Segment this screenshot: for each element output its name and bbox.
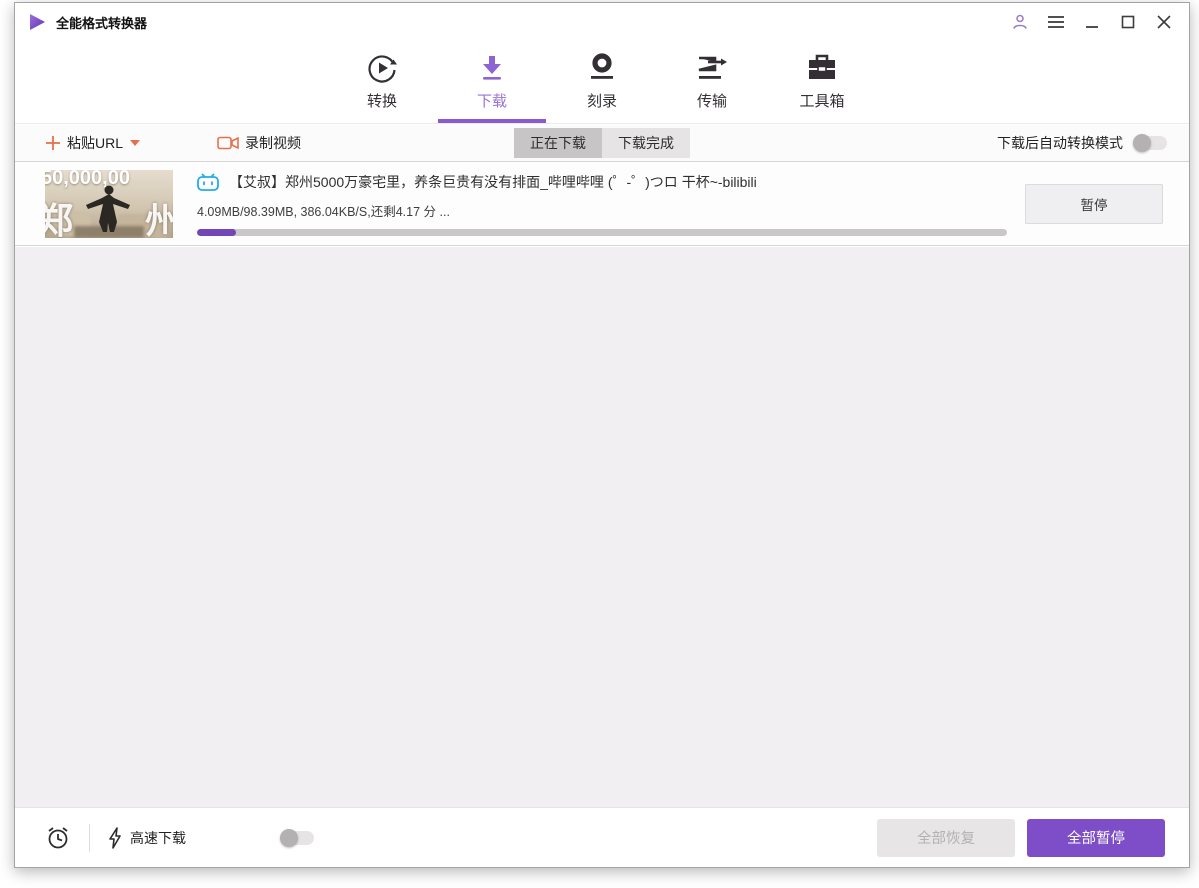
transfer-icon (694, 49, 730, 87)
progress-status-text: 4.09MB/98.39MB, 386.04KB/S,还剩4.17 分 ... (197, 204, 450, 219)
pause-all-button[interactable]: 全部暂停 (1027, 818, 1165, 857)
app-logo-icon (30, 14, 45, 30)
close-icon[interactable] (1151, 10, 1177, 34)
video-title: 【艾叔】郑州5000万豪宅里，养条巨贵有没有排面_哔哩哔哩 (゜-゜)つロ 干杯… (229, 173, 757, 190)
video-thumbnail: 50,000,00 郑 州 (45, 169, 173, 238)
pause-button[interactable]: 暂停 (1025, 183, 1163, 224)
toggle-knob (1133, 134, 1151, 152)
record-video-label: 录制视频 (245, 135, 302, 151)
tab-convert[interactable]: 转换 (350, 41, 414, 123)
tab-toolbox[interactable]: 工具箱 (790, 41, 854, 123)
paste-url-button[interactable]: 粘贴URL (45, 133, 141, 153)
tab-transfer-label: 传输 (696, 93, 727, 110)
convert-icon (364, 49, 400, 87)
paste-url-label: 粘贴URL (67, 135, 124, 151)
app-title: 全能格式转换器 (56, 15, 148, 31)
titlebar: 全能格式转换器 (15, 3, 1189, 41)
tab-download-complete[interactable]: 下载完成 (602, 128, 690, 158)
download-item-info: 【艾叔】郑州5000万豪宅里，养条巨贵有没有排面_哔哩哔哩 (゜-゜)つロ 干杯… (197, 172, 1007, 236)
progress-fill (197, 228, 236, 236)
tab-burn-label: 刻录 (586, 93, 617, 110)
window-controls (1007, 10, 1177, 34)
minimize-icon[interactable] (1079, 10, 1105, 34)
schedule-clock-icon[interactable] (45, 825, 71, 851)
chevron-down-icon[interactable] (129, 139, 141, 147)
account-icon[interactable] (1007, 10, 1033, 34)
download-toolbar: 粘贴URL 录制视频 正在下载 下载完成 下载后自动转换模式 (15, 125, 1189, 161)
auto-convert-setting: 下载后自动转换模式 (991, 133, 1167, 153)
thumb-char-left: 郑 (45, 199, 74, 238)
plus-icon (46, 136, 60, 150)
lightning-icon (109, 826, 121, 849)
thumb-overlay-text: 50,000,00 (45, 169, 130, 189)
tab-burn[interactable]: 刻录 (570, 41, 634, 123)
burn-icon (584, 49, 620, 87)
bilibili-icon (197, 172, 219, 191)
toggle-knob (280, 828, 298, 847)
tab-toolbox-label: 工具箱 (799, 93, 845, 110)
high-speed-download: 高速下载 (108, 826, 186, 849)
high-speed-toggle[interactable] (280, 828, 314, 847)
download-icon (474, 49, 510, 87)
download-list-empty-area (15, 247, 1189, 807)
toolbox-icon (804, 49, 840, 87)
progress-bar (197, 228, 1007, 236)
tab-download[interactable]: 下载 (460, 41, 524, 123)
auto-convert-label: 下载后自动转换模式 (997, 135, 1123, 151)
tab-transfer[interactable]: 传输 (680, 41, 744, 123)
thumb-char-right: 州 (144, 199, 173, 238)
main-nav: 转换 下载 刻录 传输 工具箱 (15, 41, 1189, 124)
download-filter-tabs: 正在下载 下载完成 (514, 128, 690, 158)
person-silhouette (86, 185, 130, 232)
footer-bar: 高速下载 全部恢复 全部暂停 (15, 807, 1189, 867)
resume-all-button[interactable]: 全部恢复 (877, 818, 1015, 857)
maximize-icon[interactable] (1115, 10, 1141, 34)
tab-download-label: 下载 (476, 93, 507, 110)
high-speed-label: 高速下载 (130, 829, 186, 846)
menu-icon[interactable] (1043, 10, 1069, 34)
tab-convert-label: 转换 (366, 93, 397, 110)
tab-downloading[interactable]: 正在下载 (514, 128, 602, 158)
app-window: 全能格式转换器 转换 下载 刻录 传输 工具箱 粘贴URL 录制视频 正在下载 … (14, 2, 1190, 868)
camera-icon (217, 136, 239, 150)
auto-convert-toggle[interactable] (1133, 134, 1167, 152)
record-video-button[interactable]: 录制视频 (217, 133, 307, 153)
download-item-row[interactable]: 50,000,00 郑 州 【艾叔】郑州5000万豪宅里，养条巨贵有没有排面_哔… (15, 161, 1189, 246)
divider (89, 823, 90, 852)
